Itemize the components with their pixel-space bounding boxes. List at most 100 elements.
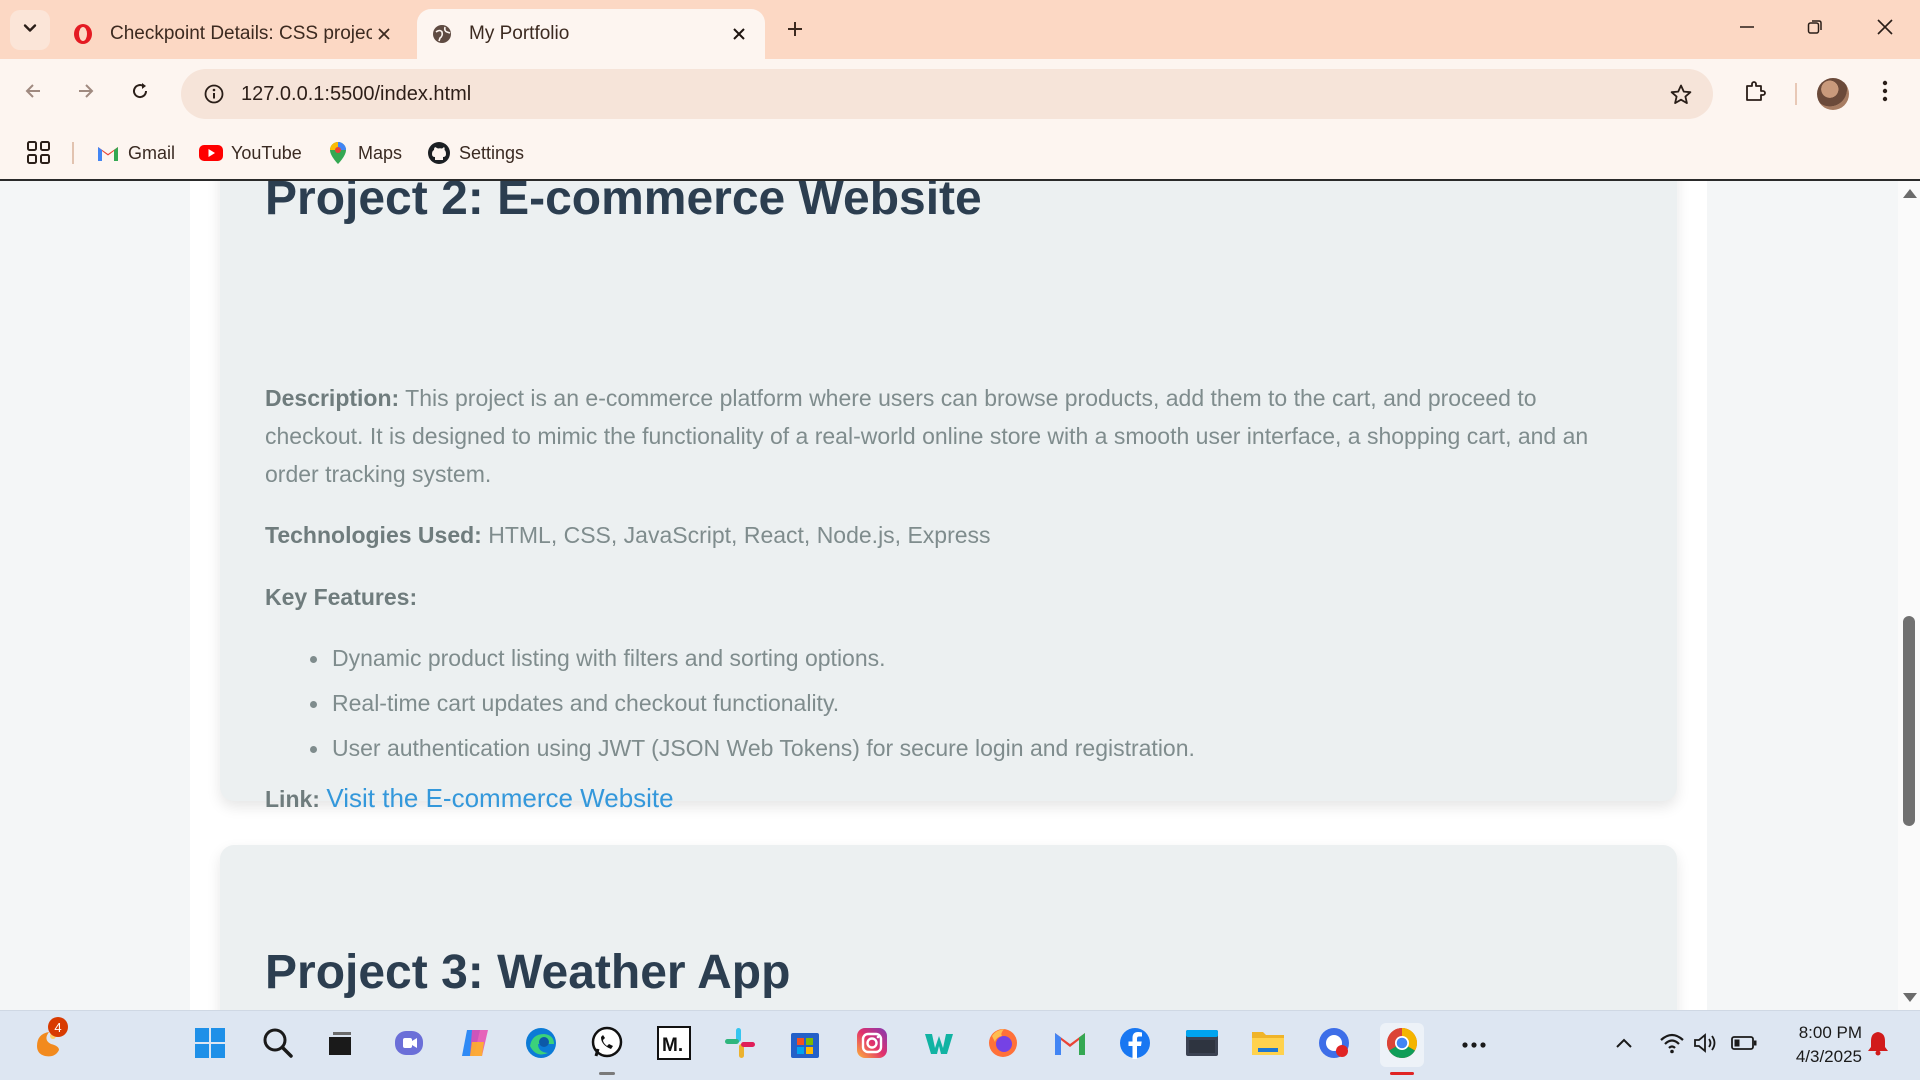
new-tab-button[interactable] (778, 14, 812, 48)
site-info-icon[interactable] (189, 69, 239, 119)
more-vertical-icon (1882, 80, 1888, 107)
edge-icon (524, 1026, 558, 1065)
bookmarks-bar: Gmail YouTube Maps Settings (0, 128, 1920, 181)
taskbar-slack[interactable] (718, 1023, 762, 1067)
key-features-heading: Key Features: (265, 578, 1635, 616)
scroll-down-arrow-icon[interactable] (1903, 993, 1917, 1002)
taskbar-task-view[interactable] (318, 1023, 362, 1067)
close-icon (1876, 18, 1894, 41)
running-indicator (599, 1072, 615, 1075)
taskbar-webstorm[interactable] (917, 1023, 961, 1067)
taskbar-file-explorer[interactable] (1246, 1023, 1290, 1067)
bookmark-maps[interactable]: Maps (326, 138, 402, 168)
taskbar-copilot[interactable] (453, 1023, 497, 1067)
facebook-icon (1118, 1026, 1152, 1065)
webstorm-icon (922, 1026, 956, 1065)
tray-chevron-up[interactable] (1610, 1031, 1638, 1059)
tray-battery[interactable] (1730, 1031, 1758, 1059)
tab-checkpoint-details[interactable]: Checkpoint Details: CSS project (58, 9, 410, 59)
puzzle-icon (1743, 79, 1767, 108)
taskbar-medium[interactable]: M. (652, 1023, 696, 1067)
taskbar-search[interactable] (256, 1023, 300, 1067)
close-icon[interactable] (727, 22, 751, 46)
gmail-icon (96, 141, 120, 165)
windows-taskbar: 4 M. 8:00 PM 4/3/2025 (0, 1010, 1920, 1080)
taskbar-start[interactable] (188, 1023, 232, 1067)
folder-icon (1250, 1027, 1286, 1064)
tray-wifi[interactable] (1658, 1031, 1686, 1059)
svg-text:M.: M. (662, 1035, 683, 1056)
address-bar[interactable]: 127.0.0.1:5500/index.html (181, 69, 1713, 119)
taskbar-chrome[interactable] (1380, 1023, 1424, 1075)
project-title: Project 2: E-commerce Website (265, 181, 982, 225)
tab-title: My Portfolio (469, 23, 570, 44)
browser-toolbar: 127.0.0.1:5500/index.html (0, 59, 1920, 128)
taskbar-edge[interactable] (519, 1023, 563, 1067)
bookmark-label: Settings (459, 142, 525, 163)
tray-volume[interactable] (1692, 1031, 1720, 1059)
page-scrollbar[interactable] (1898, 181, 1920, 1010)
restore-icon (1807, 19, 1823, 40)
taskbar-instagram[interactable] (850, 1023, 894, 1067)
portfolio-container: Project 2: E-commerce Website Descriptio… (190, 181, 1707, 1010)
scrollbar-thumb[interactable] (1903, 616, 1915, 826)
tab-strip: Checkpoint Details: CSS project My Portf… (0, 0, 1920, 59)
taskbar-facebook[interactable] (1113, 1023, 1157, 1067)
taskbar-widgets[interactable]: 4 (26, 1017, 70, 1067)
bookmark-label: Maps (358, 142, 403, 163)
key-features-list: Dynamic product listing with filters and… (310, 636, 1195, 771)
tray-notifications[interactable] (1864, 1031, 1892, 1059)
taskbar-overflow[interactable] (1452, 1023, 1496, 1067)
key-features-label: Key Features: (265, 584, 418, 610)
tab-title: Checkpoint Details: CSS project (110, 23, 372, 44)
taskbar-teams[interactable] (387, 1023, 431, 1067)
url-text[interactable]: 127.0.0.1:5500/index.html (241, 83, 471, 106)
teams-chat-icon (392, 1026, 426, 1065)
reload-button[interactable] (120, 73, 160, 113)
terminal-icon (1184, 1026, 1220, 1065)
tab-my-portfolio[interactable]: My Portfolio (417, 9, 765, 59)
tab-search-button[interactable] (10, 10, 50, 50)
taskbar-firefox[interactable] (981, 1023, 1025, 1067)
taskbar-terminal[interactable] (1180, 1023, 1224, 1067)
chevron-down-icon (22, 20, 38, 41)
copilot-icon (458, 1026, 492, 1065)
minimize-button[interactable] (1714, 0, 1780, 59)
window-close-button[interactable] (1852, 0, 1918, 59)
instagram-icon (855, 1026, 889, 1065)
restore-button[interactable] (1782, 0, 1848, 59)
browser-menu-button[interactable] (1870, 73, 1900, 113)
project-card-ecommerce: Project 2: E-commerce Website Descriptio… (220, 181, 1677, 813)
back-button[interactable] (13, 73, 53, 113)
ecommerce-website-link[interactable]: Visit the E-commerce Website (326, 783, 673, 813)
forward-button[interactable] (66, 73, 106, 113)
taskbar-gmail[interactable] (1048, 1023, 1092, 1067)
toolbar-divider (1795, 83, 1797, 105)
system-clock[interactable]: 8:00 PM 4/3/2025 (1766, 1021, 1862, 1069)
taskbar-store[interactable] (783, 1023, 827, 1067)
link-label: Link: (265, 786, 320, 812)
taskbar-whatsapp[interactable] (585, 1023, 629, 1075)
bookmark-youtube[interactable]: YouTube (199, 138, 302, 168)
bookmark-settings[interactable]: Settings (427, 138, 524, 168)
gmail-icon (1053, 1029, 1087, 1062)
profile-avatar[interactable] (1817, 78, 1849, 110)
description-text: This project is an e-commerce platform w… (265, 385, 1589, 487)
plus-icon (786, 20, 804, 43)
extensions-button[interactable] (1735, 73, 1775, 113)
list-item: Dynamic product listing with filters and… (310, 636, 1195, 681)
project-title: Project 3: Weather App (265, 946, 791, 999)
bookmark-star-icon[interactable] (1667, 81, 1695, 109)
youtube-icon (199, 141, 223, 165)
apps-grid-icon[interactable] (26, 140, 52, 166)
task-view-icon (325, 1028, 355, 1063)
arrow-left-icon (23, 81, 43, 106)
bookmark-gmail[interactable]: Gmail (96, 138, 175, 168)
project-link-row: Link: Visit the E-commerce Website (265, 779, 1635, 818)
store-icon (788, 1026, 822, 1065)
taskbar-screen-recorder[interactable] (1312, 1023, 1356, 1067)
list-item: Real-time cart updates and checkout func… (310, 681, 1195, 726)
scroll-up-arrow-icon[interactable] (1903, 189, 1917, 198)
bookmarks-divider (72, 142, 74, 164)
close-icon[interactable] (372, 22, 396, 46)
